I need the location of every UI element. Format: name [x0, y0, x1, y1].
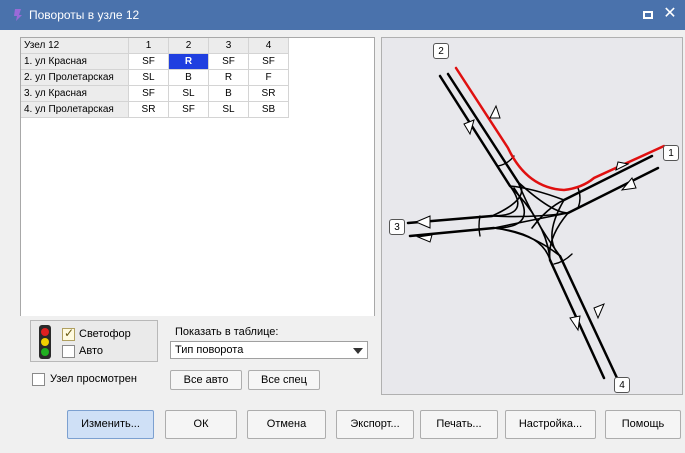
node-viewed-checkbox[interactable] — [32, 373, 45, 386]
print-button[interactable]: Печать... — [420, 410, 498, 439]
all-spec-button[interactable]: Все спец — [248, 370, 320, 390]
table-cell[interactable]: SL — [208, 101, 249, 118]
help-button[interactable]: Помощь — [605, 410, 681, 439]
signal-label: Светофор — [79, 328, 131, 340]
table-cell[interactable]: F — [248, 69, 289, 86]
table-cell-selected[interactable]: R — [168, 53, 209, 70]
row-header[interactable]: 1. ул Красная — [21, 53, 129, 70]
signal-checkbox[interactable]: ✓ — [62, 326, 75, 341]
table-cell[interactable]: R — [208, 69, 249, 86]
direction-arrows — [414, 104, 637, 332]
table-row: 4. ул Пролетарская SR SF SL SB — [21, 101, 289, 118]
arrow-icon — [593, 303, 605, 320]
intersection-diagram — [406, 66, 666, 380]
chevron-down-icon — [353, 348, 363, 354]
export-button[interactable]: Экспорт... — [336, 410, 414, 439]
table-cell[interactable]: SF — [208, 53, 249, 70]
node-label-1[interactable]: 1 — [663, 145, 679, 161]
intersection-diagram-panel: 2 1 3 4 — [381, 37, 683, 395]
ok-button[interactable]: ОК — [165, 410, 237, 439]
settings-button[interactable]: Настройка... — [505, 410, 596, 439]
arrow-icon — [489, 104, 501, 119]
table-cell[interactable]: SR — [248, 85, 289, 102]
road-arm-2 — [438, 74, 512, 188]
table-cell[interactable]: SB — [248, 101, 289, 118]
show-in-table-select[interactable]: Тип поворота — [170, 341, 368, 359]
turn-paths — [491, 181, 569, 261]
node-label-4[interactable]: 4 — [614, 377, 630, 393]
table-cell[interactable]: SF — [248, 53, 289, 70]
arrow-icon — [463, 119, 475, 136]
maximize-icon — [643, 11, 653, 19]
table-row: 3. ул Красная SF SL B SR — [21, 85, 289, 102]
maximize-button[interactable] — [640, 5, 658, 25]
row-header[interactable]: 3. ул Красная — [21, 85, 129, 102]
table-cell[interactable]: B — [168, 69, 209, 86]
node-label-2[interactable]: 2 — [433, 43, 449, 59]
turns-table: Узел 12 1 2 3 4 1. ул Красная SF R SF SF… — [21, 38, 289, 118]
table-cell[interactable]: SL — [168, 85, 209, 102]
road-arm-3-return — [408, 226, 496, 238]
table-row: 1. ул Красная SF R SF SF — [21, 53, 289, 70]
column-header[interactable]: 2 — [168, 38, 209, 54]
app-icon — [14, 9, 22, 21]
column-header[interactable]: 1 — [128, 38, 169, 54]
table-header-row: Узел 12 1 2 3 4 — [21, 38, 289, 54]
dialog-window: Повороты в узле 12 ✕ Узел 12 1 2 3 4 1. … — [0, 0, 685, 453]
table-cell[interactable]: SF — [128, 85, 169, 102]
table-cell[interactable]: B — [208, 85, 249, 102]
table-corner-header: Узел 12 — [21, 38, 129, 54]
window-title: Повороты в узле 12 — [29, 8, 140, 22]
node-viewed-label: Узел просмотрен — [50, 373, 137, 385]
road-arm-4 — [558, 254, 619, 380]
show-in-table-label: Показать в таблице: — [175, 326, 279, 338]
close-button[interactable]: ✕ — [660, 4, 680, 24]
highlighted-route — [454, 66, 666, 192]
table-cell[interactable]: SF — [128, 53, 169, 70]
show-in-table-value: Тип поворота — [175, 344, 244, 356]
checkmark-icon: ✓ — [64, 326, 75, 340]
column-header[interactable]: 3 — [208, 38, 249, 54]
traffic-light-icon — [39, 325, 51, 359]
auto-checkbox[interactable] — [62, 345, 75, 358]
row-header[interactable]: 2. ул Пролетарская — [21, 69, 129, 86]
table-cell[interactable]: SL — [128, 69, 169, 86]
close-icon: ✕ — [663, 5, 677, 22]
options-area: ✓ Светофор Авто Показать в таблице: Тип … — [20, 316, 375, 395]
arrow-icon — [414, 215, 431, 229]
row-header[interactable]: 4. ул Пролетарская — [21, 101, 129, 118]
change-button[interactable]: Изменить... — [67, 410, 154, 439]
table-cell[interactable]: SF — [168, 101, 209, 118]
node-label-3[interactable]: 3 — [389, 219, 405, 235]
table-cell[interactable]: SR — [128, 101, 169, 118]
cancel-button[interactable]: Отмена — [247, 410, 326, 439]
auto-label: Авто — [79, 345, 103, 357]
road-arm-2-return — [446, 72, 520, 184]
table-row: 2. ул Пролетарская SL B R F — [21, 69, 289, 86]
arrow-icon — [569, 315, 581, 332]
signal-group: ✓ Светофор Авто — [30, 320, 158, 362]
all-auto-button[interactable]: Все авто — [170, 370, 242, 390]
column-header[interactable]: 4 — [248, 38, 289, 54]
title-bar: Повороты в узле 12 ✕ — [0, 0, 685, 30]
